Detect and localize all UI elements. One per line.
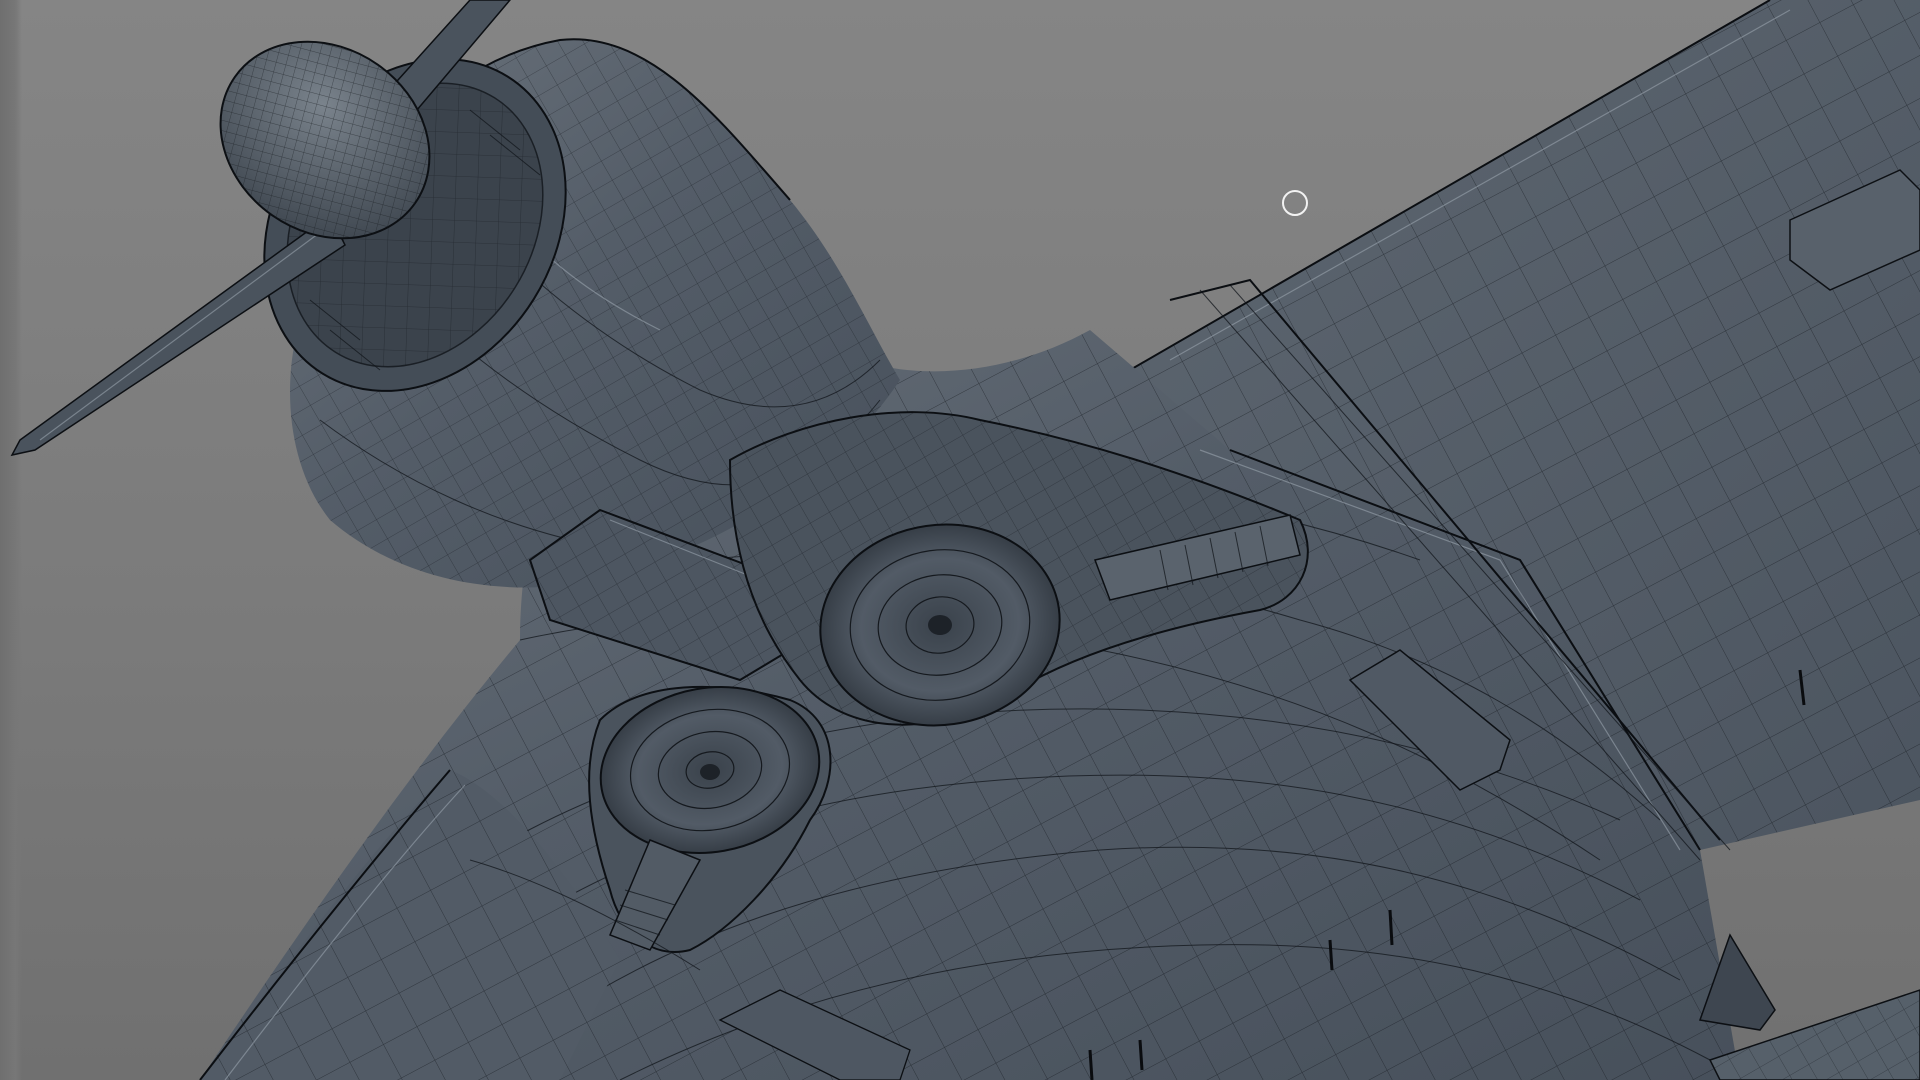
- circle-cursor-icon: [1282, 190, 1308, 216]
- 3d-viewport[interactable]: [0, 0, 1920, 1080]
- tail-fin[interactable]: [1698, 933, 1920, 1080]
- aircraft-wireframe-model[interactable]: [0, 0, 1920, 1080]
